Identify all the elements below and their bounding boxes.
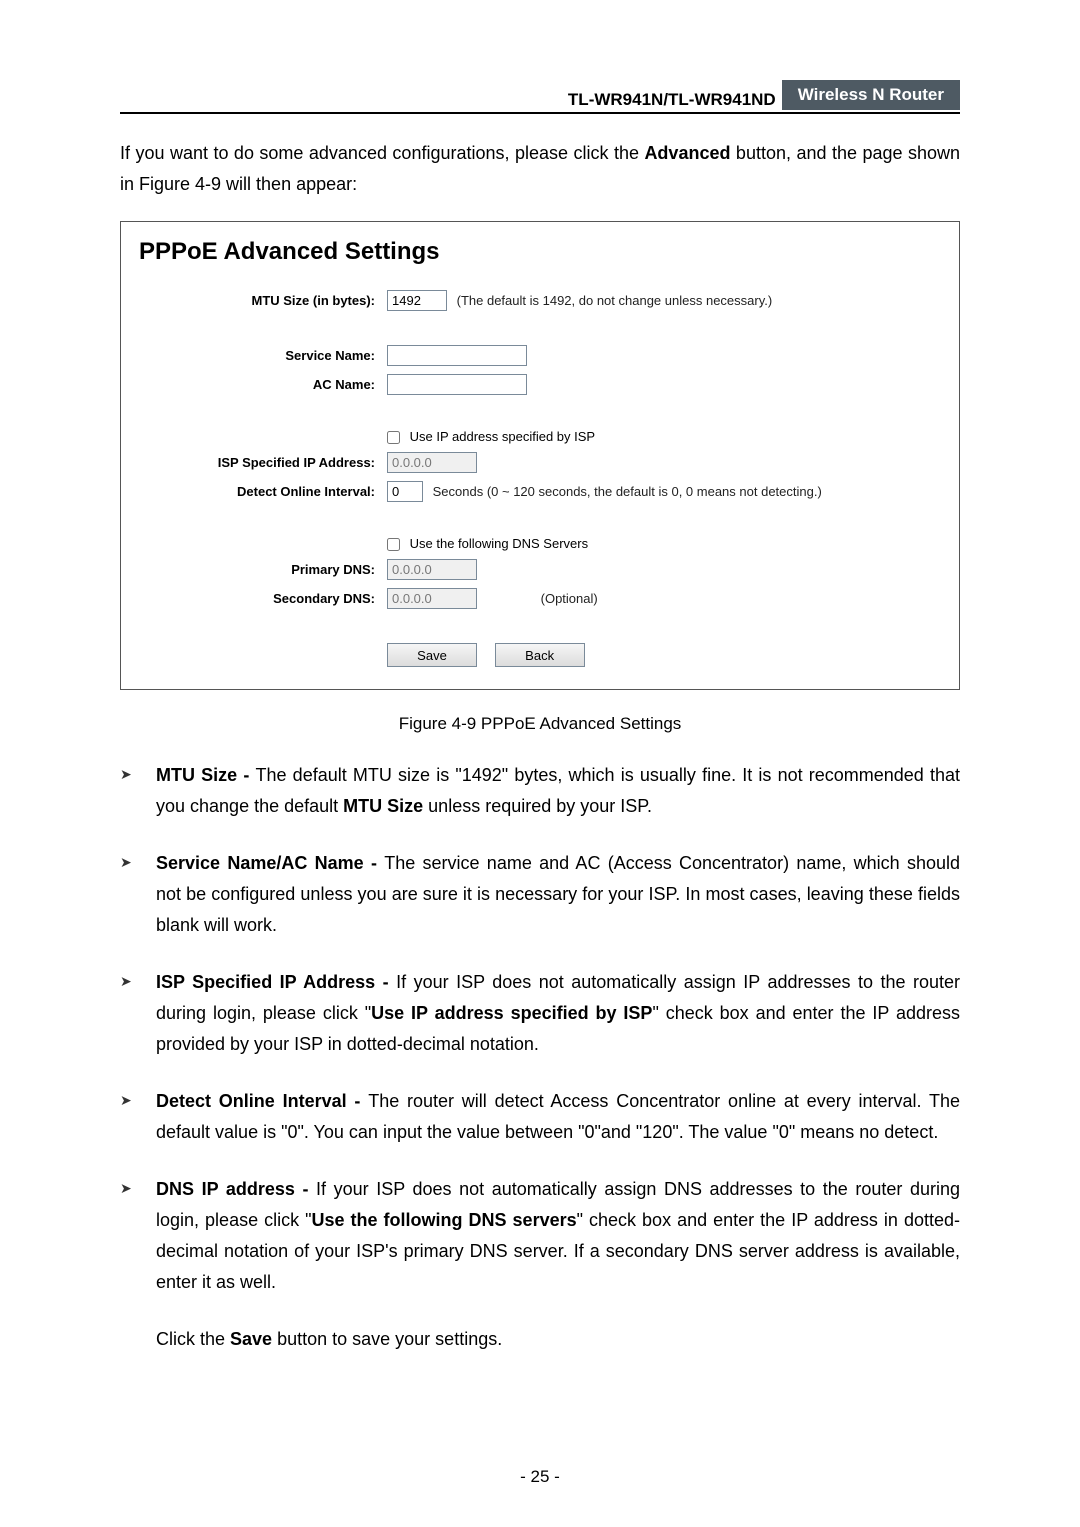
bullet-lead: MTU Size -	[156, 765, 256, 785]
secondary-dns-label: Secondary DNS:	[139, 584, 381, 613]
intro-text-a: If you want to do some advanced configur…	[120, 143, 644, 163]
bullet-lead: Service Name/AC Name -	[156, 853, 384, 873]
row-mtu: MTU Size (in bytes): (The default is 149…	[139, 286, 941, 315]
mtu-label: MTU Size (in bytes):	[139, 286, 381, 315]
panel-title: PPPoE Advanced Settings	[139, 238, 941, 266]
after-text-b: button to save your settings.	[272, 1329, 502, 1349]
optional-hint: (Optional)	[541, 591, 598, 606]
ac-name-input[interactable]	[387, 374, 527, 395]
list-item: ➤ MTU Size - The default MTU size is "14…	[120, 760, 960, 822]
header-model: TL-WR941N/TL-WR941ND	[120, 80, 782, 110]
service-name-label: Service Name:	[139, 341, 381, 370]
advanced-word: Advanced	[644, 143, 730, 163]
row-detect-interval: Detect Online Interval: Seconds (0 ~ 120…	[139, 477, 941, 506]
after-text-a: Click the	[156, 1329, 230, 1349]
bullet-bold-a: Use the following DNS servers	[312, 1210, 577, 1230]
page-header: TL-WR941N/TL-WR941ND Wireless N Router	[120, 80, 960, 110]
row-buttons: Save Back	[139, 639, 941, 671]
chevron-right-icon: ➤	[120, 1174, 156, 1202]
row-primary-dns: Primary DNS:	[139, 555, 941, 584]
bullet-list: ➤ MTU Size - The default MTU size is "14…	[120, 760, 960, 1297]
mtu-hint: (The default is 1492, do not change unle…	[457, 293, 773, 308]
row-secondary-dns: Secondary DNS: (Optional)	[139, 584, 941, 613]
service-name-input[interactable]	[387, 345, 527, 366]
list-item: ➤ DNS IP address - If your ISP does not …	[120, 1174, 960, 1298]
detect-interval-hint: Seconds (0 ~ 120 seconds, the default is…	[433, 484, 822, 499]
list-item: ➤ Service Name/AC Name - The service nam…	[120, 848, 960, 941]
detect-interval-input[interactable]	[387, 481, 423, 502]
bullet-lead: DNS IP address -	[156, 1179, 316, 1199]
row-isp-ip: ISP Specified IP Address:	[139, 448, 941, 477]
use-isp-ip-label[interactable]: Use IP address specified by ISP	[387, 429, 595, 444]
use-isp-ip-checkbox[interactable]	[387, 431, 400, 444]
chevron-right-icon: ➤	[120, 760, 156, 788]
use-isp-ip-text: Use IP address specified by ISP	[410, 429, 595, 444]
use-dns-text: Use the following DNS Servers	[410, 536, 588, 551]
figure-caption: Figure 4-9 PPPoE Advanced Settings	[120, 714, 960, 734]
row-ac-name: AC Name:	[139, 370, 941, 399]
chevron-right-icon: ➤	[120, 848, 156, 876]
isp-ip-input[interactable]	[387, 452, 477, 473]
header-rule	[120, 112, 960, 114]
isp-ip-label: ISP Specified IP Address:	[139, 448, 381, 477]
primary-dns-label: Primary DNS:	[139, 555, 381, 584]
intro-paragraph: If you want to do some advanced configur…	[120, 138, 960, 199]
mtu-input[interactable]	[387, 290, 447, 311]
settings-table: MTU Size (in bytes): (The default is 149…	[139, 286, 941, 671]
use-dns-label[interactable]: Use the following DNS Servers	[387, 536, 588, 551]
row-use-isp-ip: Use IP address specified by ISP	[139, 425, 941, 448]
after-list-paragraph: Click the Save button to save your setti…	[156, 1324, 960, 1355]
bullet-lead: ISP Specified IP Address -	[156, 972, 396, 992]
use-dns-checkbox[interactable]	[387, 538, 400, 551]
page-number: - 25 -	[0, 1467, 1080, 1487]
row-use-dns: Use the following DNS Servers	[139, 532, 941, 555]
secondary-dns-input[interactable]	[387, 588, 477, 609]
primary-dns-input[interactable]	[387, 559, 477, 580]
settings-panel: PPPoE Advanced Settings MTU Size (in byt…	[120, 221, 960, 690]
bullet-bold-a: Use IP address specified by ISP	[371, 1003, 652, 1023]
after-bold: Save	[230, 1329, 272, 1349]
row-service-name: Service Name:	[139, 341, 941, 370]
list-item: ➤ ISP Specified IP Address - If your ISP…	[120, 967, 960, 1060]
back-button[interactable]: Back	[495, 643, 585, 667]
detect-interval-label: Detect Online Interval:	[139, 477, 381, 506]
bullet-lead: Detect Online Interval -	[156, 1091, 368, 1111]
bullet-body-b: unless required by your ISP.	[423, 796, 652, 816]
save-button[interactable]: Save	[387, 643, 477, 667]
bullet-bold-a: MTU Size	[343, 796, 423, 816]
document-page: TL-WR941N/TL-WR941ND Wireless N Router I…	[0, 0, 1080, 1527]
chevron-right-icon: ➤	[120, 1086, 156, 1114]
ac-name-label: AC Name:	[139, 370, 381, 399]
chevron-right-icon: ➤	[120, 967, 156, 995]
header-product: Wireless N Router	[782, 80, 960, 110]
list-item: ➤ Detect Online Interval - The router wi…	[120, 1086, 960, 1148]
